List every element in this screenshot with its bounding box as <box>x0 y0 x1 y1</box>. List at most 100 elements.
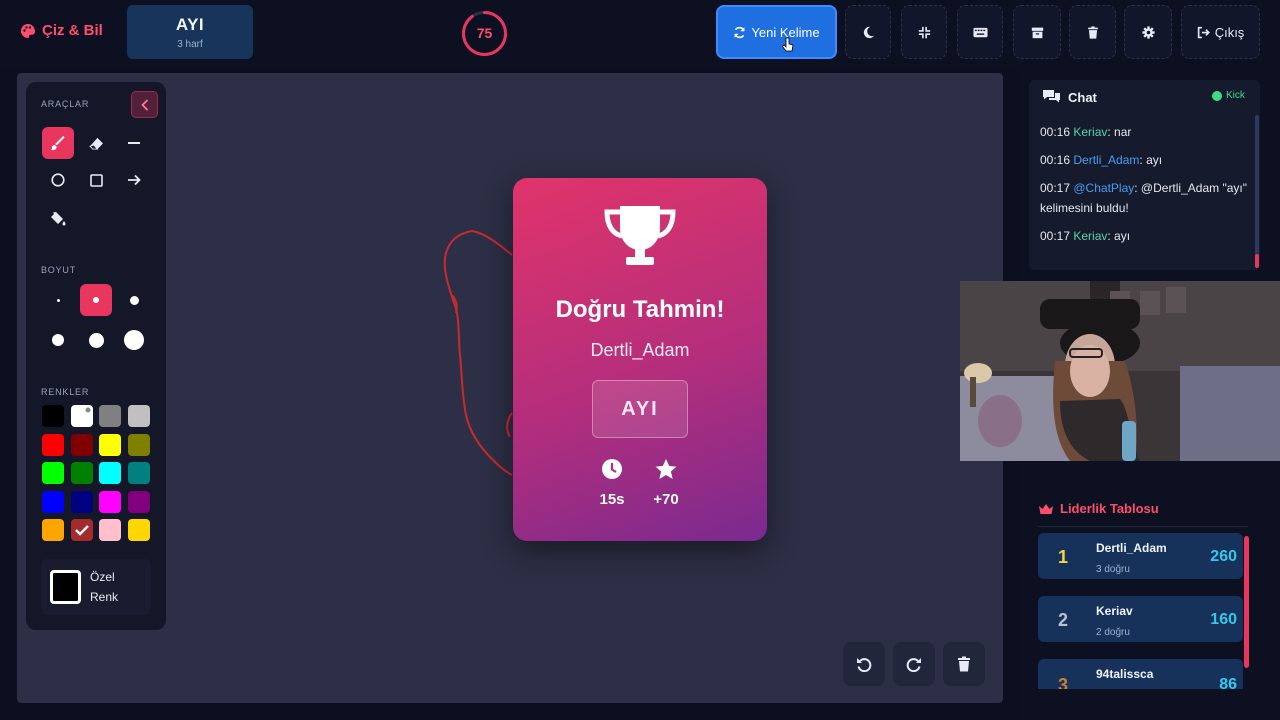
brush-icon <box>50 135 65 150</box>
color-swatch[interactable] <box>127 433 150 456</box>
color-swatch[interactable] <box>70 490 93 513</box>
top-bar: Çiz & Bil AYI 3 harf 75 Yeni Kelime Çıkı… <box>0 0 1280 66</box>
leaderboard-title-text: Liderlik Tablosu <box>1060 501 1159 516</box>
webcam-overlay <box>960 281 1280 461</box>
archive-button[interactable] <box>1013 5 1061 59</box>
color-swatch[interactable] <box>127 519 150 541</box>
arrow-right-icon <box>128 174 141 186</box>
eraser-tool[interactable] <box>80 127 112 159</box>
undo-button[interactable] <box>843 642 885 686</box>
kick-status: Kick <box>1212 90 1245 101</box>
leaderboard-scrollbar[interactable] <box>1244 536 1249 668</box>
color-swatch[interactable] <box>42 433 64 456</box>
line-tool[interactable] <box>118 127 150 159</box>
chevron-left-icon <box>140 98 148 111</box>
custom-color-label: Özel Renk <box>90 570 119 604</box>
message-user[interactable]: Dertli_Adam <box>1073 153 1139 167</box>
circle-tool[interactable] <box>42 164 74 196</box>
refresh-icon <box>734 26 746 38</box>
color-swatch[interactable] <box>70 433 93 456</box>
chat-header: Chat Kick <box>1029 80 1260 114</box>
rank-number: 2 <box>1058 610 1069 630</box>
arrow-tool[interactable] <box>118 164 150 196</box>
user-drawing-stroke <box>443 229 513 476</box>
brush-tool[interactable] <box>42 127 74 159</box>
theme-toggle-button[interactable] <box>845 5 891 59</box>
tool-panel: ARAÇLAR BOYUT RENKLER Özel Renk <box>26 82 166 630</box>
redo-button[interactable] <box>893 642 935 686</box>
message-user[interactable]: Keriav <box>1073 125 1107 139</box>
comments-icon <box>1043 90 1060 103</box>
brand: Çiz & Bil <box>20 22 103 39</box>
chat-message: 00:16 Dertli_Adam: ayı <box>1040 150 1250 170</box>
correct-guess-card: Doğru Tahmin! Dertli_Adam AYI 15s +70 <box>513 178 767 541</box>
color-swatch[interactable] <box>99 462 121 484</box>
settings-button[interactable] <box>1124 5 1172 59</box>
size-option-5[interactable] <box>80 324 112 356</box>
trophy-icon <box>604 206 676 265</box>
gear-icon <box>1141 25 1155 39</box>
chat-title: Chat <box>1068 90 1097 105</box>
clear-canvas-button[interactable] <box>943 642 985 686</box>
new-word-button[interactable]: Yeni Kelime <box>716 5 837 59</box>
player-name: 94talissca <box>1096 667 1154 681</box>
message-user[interactable]: Keriav <box>1073 229 1107 243</box>
message-text: : @Dertli_Adam "ayı" kelimesini buldu! <box>1040 181 1247 215</box>
clear-button[interactable] <box>1069 5 1116 59</box>
color-swatch[interactable] <box>127 405 150 427</box>
size-option-6[interactable] <box>118 324 150 356</box>
message-time: 00:16 <box>1040 125 1071 139</box>
color-swatch[interactable] <box>70 462 93 484</box>
color-swatch[interactable] <box>70 405 93 427</box>
fill-tool[interactable] <box>42 202 74 234</box>
color-swatch[interactable] <box>99 490 121 513</box>
points-stat: +70 <box>636 458 696 508</box>
custom-color-button[interactable]: Özel Renk <box>41 559 151 615</box>
chat-messages[interactable]: dicektimde 00:16 Keriav: nar00:16 Dertli… <box>1040 97 1250 254</box>
time-value: 15s <box>599 491 625 508</box>
correct-count: 3 doğru <box>1096 564 1130 575</box>
size-option-2[interactable] <box>80 284 112 316</box>
paint-bucket-icon <box>51 211 66 225</box>
chat-message: 00:17 @ChatPlay: @Dertli_Adam "ayı" keli… <box>1040 178 1250 218</box>
leaderboard-row: 2 Keriav 2 doğru 160 <box>1038 596 1243 642</box>
collapse-tools-button[interactable] <box>131 91 158 118</box>
chat-scrollbar[interactable] <box>1255 115 1259 268</box>
color-swatch[interactable] <box>42 519 64 541</box>
color-swatch[interactable] <box>127 490 150 513</box>
exit-button[interactable]: Çıkış <box>1181 5 1260 59</box>
status-dot-icon <box>1212 90 1222 101</box>
color-swatch[interactable] <box>99 433 121 456</box>
keyboard-button[interactable] <box>957 5 1003 59</box>
message-text: : ayı <box>1107 229 1131 243</box>
tools-section-title: ARAÇLAR <box>41 99 90 109</box>
size-option-4[interactable] <box>42 324 74 356</box>
size-option-1[interactable] <box>42 284 74 316</box>
color-swatch[interactable] <box>99 519 121 541</box>
compress-icon <box>918 26 930 38</box>
rank-number: 1 <box>1058 547 1069 567</box>
message-text: : ayı <box>1139 153 1163 167</box>
winner-name: Dertli_Adam <box>590 340 690 360</box>
color-swatch[interactable] <box>127 462 150 484</box>
word-hint: 3 harf <box>177 39 203 50</box>
compress-button[interactable] <box>901 5 947 59</box>
leaderboard-list[interactable]: 1 Dertli_Adam 3 doğru 260 2 Keriav 2 doğ… <box>1038 533 1248 689</box>
color-swatch[interactable] <box>42 405 64 427</box>
leaderboard-divider <box>1038 526 1248 527</box>
rectangle-tool[interactable] <box>80 164 112 196</box>
answer-word: AYI <box>592 380 688 438</box>
color-swatch[interactable] <box>42 490 64 513</box>
color-swatch[interactable] <box>42 462 64 484</box>
message-user[interactable]: @ChatPlay <box>1073 181 1134 195</box>
selected-indicator-icon <box>84 406 91 414</box>
message-time: 00:17 <box>1040 229 1071 243</box>
color-swatch[interactable] <box>70 519 93 541</box>
player-score: 86 <box>1219 676 1237 689</box>
size-option-3[interactable] <box>118 284 150 316</box>
chat-panel: dicektimde 00:16 Keriav: nar00:16 Dertli… <box>1029 80 1260 270</box>
trash-icon <box>1087 25 1098 39</box>
color-swatch[interactable] <box>99 405 121 427</box>
chat-scrollbar-thumb[interactable] <box>1255 254 1259 268</box>
eraser-icon <box>88 137 103 150</box>
